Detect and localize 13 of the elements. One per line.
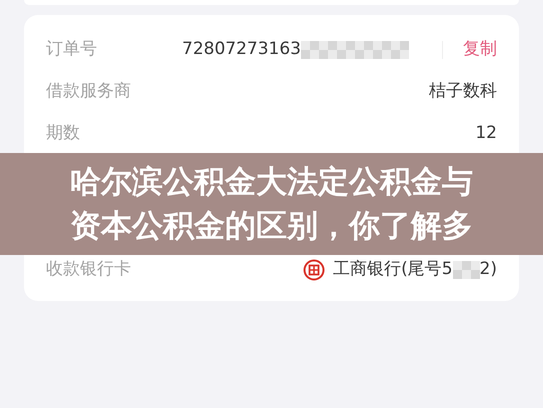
bank-name-tail: 2) — [480, 258, 497, 282]
copy-link[interactable]: 复制 — [463, 37, 497, 63]
field-label: 期数 — [46, 122, 81, 146]
banner-title: 资本公积金的区别，你了解多 — [70, 207, 473, 246]
field-value: 桔子数科 — [429, 80, 497, 104]
bank-logo-icon — [303, 259, 326, 281]
bank-name: 工商银行(尾号5 — [333, 258, 453, 282]
order-number: 72807273163 — [182, 38, 301, 62]
field-value: 12 — [475, 122, 497, 146]
field-label: 订单号 — [46, 38, 98, 62]
banner-title: 哈尔滨公积金大法定公积金与 — [70, 163, 473, 202]
field-label: 借款服务商 — [46, 80, 132, 104]
field-label: 收款银行卡 — [46, 258, 132, 282]
